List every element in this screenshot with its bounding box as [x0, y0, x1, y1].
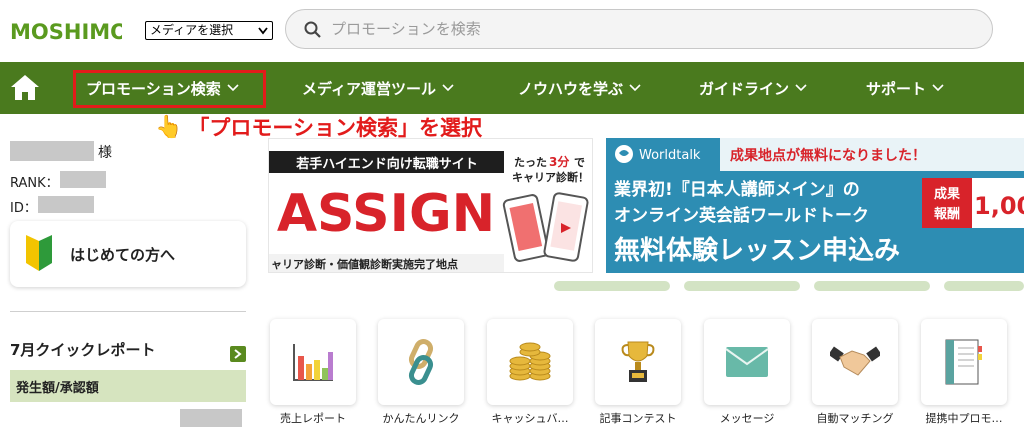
- quick-report-title: 7月クイックレポート: [10, 341, 156, 359]
- coin-stack-icon: [509, 342, 551, 381]
- assign-side-text-2: 3分: [549, 154, 569, 169]
- nav-item-label: メディア運営ツール: [302, 79, 436, 98]
- redacted-rank: [60, 171, 106, 188]
- tile-label: メッセージ: [719, 412, 775, 425]
- nav-support[interactable]: サポート: [866, 62, 944, 114]
- tile-label: かんたんリンク: [382, 412, 460, 425]
- worldtalk-badge-1: 成果: [934, 186, 960, 202]
- redacted-user-name: [10, 141, 94, 161]
- worldtalk-badge-amount: 1,00: [974, 192, 1024, 220]
- chevron-right-icon: [234, 349, 242, 359]
- media-select-value: メディアを選択: [150, 23, 234, 37]
- nav-item-label: サポート: [866, 79, 927, 98]
- logo-text: MOSHIMO: [10, 20, 122, 44]
- chevron-down-icon: [629, 84, 641, 92]
- tile-cashback[interactable]: [487, 319, 573, 405]
- chevron-down-icon: [795, 84, 807, 92]
- assign-side-text-4: キャリア診断！: [512, 170, 589, 184]
- trophy-icon: [621, 341, 655, 382]
- search-input[interactable]: [331, 20, 951, 38]
- carousel-indicator[interactable]: [814, 281, 930, 291]
- search-icon: [304, 21, 321, 38]
- tile-label: 提携中プロモ…: [925, 412, 1003, 425]
- chevron-down-icon: [258, 27, 268, 35]
- nav-guidelines[interactable]: ガイドライン: [699, 62, 807, 114]
- nav-knowhow[interactable]: ノウハウを学ぶ: [518, 62, 641, 114]
- worldtalk-line-1: 業界初!『日本人講師メイン』の: [614, 179, 860, 200]
- tile-label: 記事コンテスト: [599, 412, 677, 425]
- beginner-guide-label: はじめての方へ: [70, 245, 176, 264]
- tile-sales-report[interactable]: [270, 319, 356, 405]
- report-header: 発生額/承認額: [10, 370, 246, 402]
- nav-item-label: ガイドライン: [699, 79, 790, 98]
- highlight-box: [73, 70, 266, 108]
- assign-bottom-text: ャリア診断・価値観診断実施完了地点: [271, 257, 458, 271]
- tile-active-promotions[interactable]: [921, 319, 1007, 405]
- carousel-indicator[interactable]: [554, 281, 670, 291]
- tile-easy-link[interactable]: [378, 319, 464, 405]
- redacted-report-value: [180, 409, 242, 427]
- sidebar-divider: [10, 311, 246, 312]
- worldtalk-line-2: オンライン英会話ワールドトーク: [614, 205, 869, 226]
- worldtalk-banner[interactable]: Worldtalk 成果地点が無料になりました！ 業界初!『日本人講師メイン』の…: [606, 138, 1024, 273]
- worldtalk-headline: 成果地点が無料になりました！: [730, 147, 926, 164]
- handshake-icon: [830, 346, 880, 376]
- assign-side-text-3: で: [574, 156, 585, 169]
- chain-link-icon: [408, 339, 434, 385]
- worldtalk-line-3: 無料体験レッスン申込み: [614, 236, 900, 266]
- beginner-mark-icon: [26, 235, 52, 271]
- worldtalk-badge-2: 報酬: [934, 206, 960, 222]
- bar-chart-icon: [293, 344, 333, 381]
- report-arrow-button[interactable]: [230, 346, 246, 362]
- id-label: ID：: [10, 201, 37, 216]
- chevron-down-icon: [442, 84, 454, 92]
- pointing-hand-icon: 👆: [155, 114, 183, 140]
- assign-side-text-1: たった: [514, 156, 547, 169]
- carousel-indicator[interactable]: [684, 281, 800, 291]
- tile-label: 自動マッチング: [816, 412, 894, 425]
- nav-media-tools[interactable]: メディア運営ツール: [302, 62, 454, 114]
- envelope-icon: [725, 347, 769, 377]
- tile-article-contest[interactable]: [595, 319, 681, 405]
- home-icon[interactable]: [9, 73, 41, 101]
- document-icon: [945, 339, 982, 385]
- tile-label: 売上レポート: [280, 412, 346, 425]
- tile-auto-matching[interactable]: [812, 319, 898, 405]
- worldtalk-brand: Worldtalk: [639, 148, 701, 163]
- assign-banner[interactable]: 若手ハイエンド向け転職サイト ASSIGN ャリア診断・価値観診断実施完了地点 …: [268, 138, 593, 273]
- rank-label: RANK：: [10, 176, 59, 191]
- tile-message[interactable]: [704, 319, 790, 405]
- redacted-id: [38, 196, 94, 213]
- assign-banner-art: 若手ハイエンド向け転職サイト ASSIGN ャリア診断・価値観診断実施完了地点 …: [269, 139, 592, 272]
- assign-tagline: 若手ハイエンド向け転職サイト: [295, 156, 478, 172]
- worldtalk-banner-art: Worldtalk 成果地点が無料になりました！ 業界初!『日本人講師メイン』の…: [606, 138, 1024, 273]
- assign-title: ASSIGN: [277, 184, 495, 244]
- carousel-indicator[interactable]: [944, 281, 1024, 291]
- user-honorific: 様: [98, 145, 112, 161]
- search-bar[interactable]: [285, 9, 993, 49]
- chevron-down-icon: [932, 84, 944, 92]
- beginner-guide-card[interactable]: はじめての方へ: [10, 221, 246, 287]
- nav-item-label: ノウハウを学ぶ: [518, 79, 624, 98]
- moshimo-logo[interactable]: MOSHIMO: [10, 15, 122, 45]
- tile-label: キャッシュバ…: [491, 412, 569, 425]
- media-select[interactable]: メディアを選択: [145, 21, 273, 40]
